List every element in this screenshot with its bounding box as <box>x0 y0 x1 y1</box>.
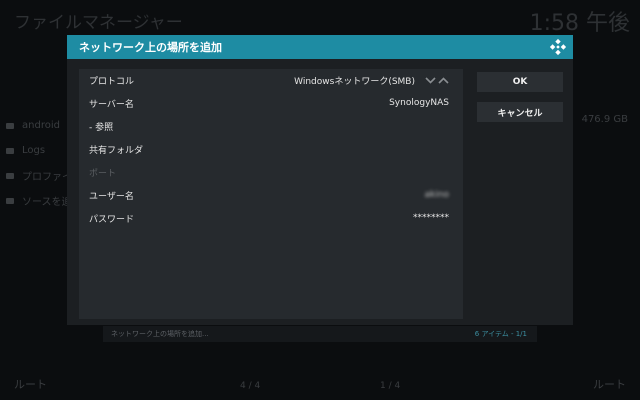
add-network-location-dialog: ネットワーク上の場所を追加 プロトコル Windowsネットワーク(SMB) サ… <box>67 35 573 325</box>
dialog-title: ネットワーク上の場所を追加 <box>79 41 222 54</box>
protocol-label: プロトコル <box>89 76 135 87</box>
username-field[interactable]: ユーザー名 akino <box>79 184 463 206</box>
settings-panel: プロトコル Windowsネットワーク(SMB) サーバー名 SynologyN… <box>79 69 463 319</box>
list-item-label: android <box>22 120 60 131</box>
server-name-label: サーバー名 <box>89 99 134 110</box>
server-name-value: SynologyNAS <box>389 98 449 108</box>
password-label: パスワード <box>89 214 135 225</box>
kodi-logo-icon <box>549 38 567 56</box>
list-item-label: プロファイ <box>22 172 72 183</box>
footer-left-path: ルート <box>14 378 47 391</box>
footer-right-path: ルート <box>593 378 626 391</box>
protocol-value: Windowsネットワーク(SMB) <box>294 76 415 87</box>
password-value: ******** <box>413 213 449 223</box>
list-item[interactable]: Logs <box>6 138 72 163</box>
list-item[interactable]: プロファイ <box>6 163 72 188</box>
folder-icon <box>6 122 14 129</box>
background-title: ファイルマネージャー <box>14 13 183 33</box>
cancel-button[interactable]: キャンセル <box>477 102 563 122</box>
list-item[interactable]: android <box>6 113 72 138</box>
password-field[interactable]: パスワード ******** <box>79 207 463 229</box>
list-item[interactable]: ソースを追 <box>6 188 72 213</box>
folder-icon <box>6 147 14 154</box>
page-indicator-right: 1 / 4 <box>380 381 401 391</box>
status-left-text: ネットワーク上の場所を追加... <box>111 330 209 338</box>
port-label: ポート <box>89 168 117 179</box>
clock: 1:58 午後 <box>529 11 630 36</box>
list-item-label: ソースを追 <box>22 197 72 208</box>
username-value: akino <box>424 190 449 200</box>
shared-folder-field[interactable]: 共有フォルダ <box>79 138 463 160</box>
chevron-down-up-icon[interactable] <box>425 76 449 84</box>
item-count: 6 アイテム - 1/1 <box>474 330 527 338</box>
server-name-field[interactable]: サーバー名 SynologyNAS <box>79 92 463 114</box>
background-source-list: android Logs プロファイ ソースを追 <box>6 113 72 213</box>
browse-field[interactable]: - 参照 <box>79 115 463 137</box>
page-indicator-left: 4 / 4 <box>240 381 261 391</box>
ok-button[interactable]: OK <box>477 72 563 92</box>
shared-folder-label: 共有フォルダ <box>89 145 144 156</box>
folder-icon <box>6 197 14 204</box>
port-field: ポート <box>79 161 463 183</box>
folder-icon <box>6 172 14 179</box>
browse-label: - 参照 <box>89 122 114 133</box>
list-item-label: Logs <box>22 145 46 156</box>
chevron-down-icon[interactable] <box>425 76 436 84</box>
chevron-up-icon[interactable] <box>438 76 449 84</box>
username-label: ユーザー名 <box>89 191 134 202</box>
status-bar: ネットワーク上の場所を追加... 6 アイテム - 1/1 <box>103 326 537 342</box>
protocol-field[interactable]: プロトコル Windowsネットワーク(SMB) <box>79 69 463 91</box>
storage-size: 476.9 GB <box>581 114 628 125</box>
dialog-header: ネットワーク上の場所を追加 <box>67 35 573 59</box>
